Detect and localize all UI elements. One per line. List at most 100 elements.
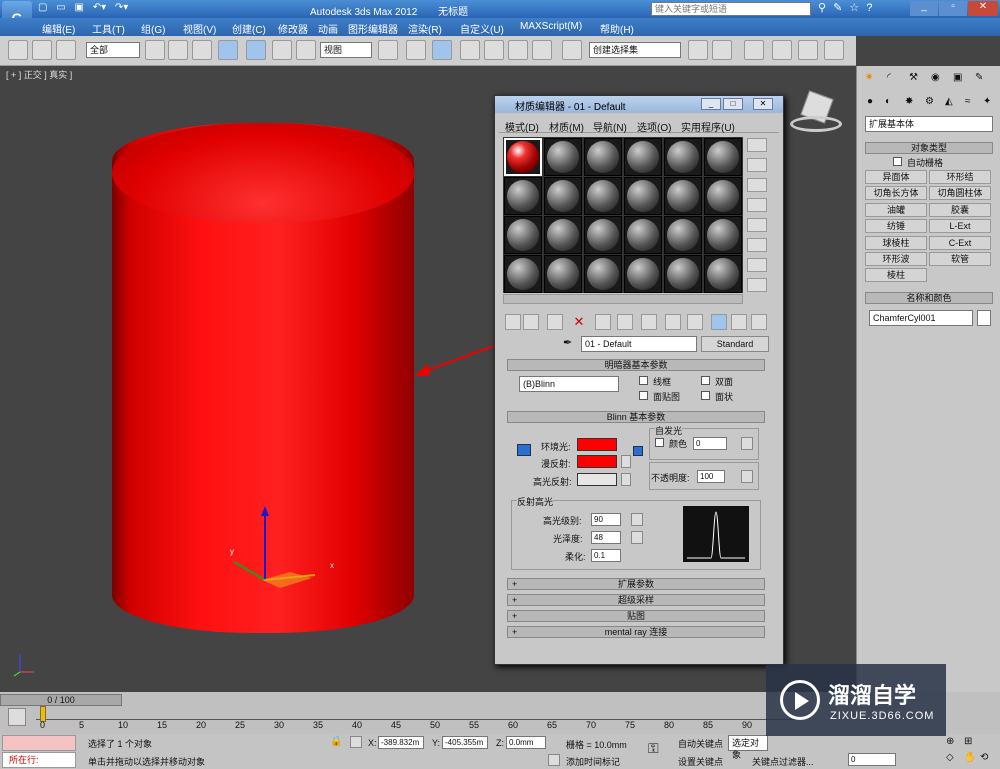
z-coord-field[interactable]: 0.0mm xyxy=(506,736,546,749)
menu-rendering[interactable]: 渲染(R) xyxy=(408,21,442,36)
track-bar[interactable] xyxy=(36,708,796,720)
lock-map-icon[interactable] xyxy=(633,446,643,456)
named-selection-dropdown[interactable]: 创建选择集 xyxy=(589,42,681,58)
menu-graph-editors[interactable]: 图形编辑器 xyxy=(348,21,398,36)
extended-params-rollout[interactable]: + 扩展参数 xyxy=(507,578,765,590)
spec-level-spinner[interactable]: 90 xyxy=(591,513,621,526)
zoom-all-icon[interactable]: ⊞ xyxy=(964,736,972,747)
get-material-icon[interactable] xyxy=(505,314,521,330)
show-end-result-icon[interactable] xyxy=(687,314,703,330)
lock-selection-icon[interactable]: 🔒 xyxy=(330,736,342,748)
material-slot[interactable] xyxy=(504,216,542,254)
help-icon[interactable]: ? xyxy=(866,2,872,14)
mat-menu-options[interactable]: 选项(O) xyxy=(637,119,671,134)
viewcube[interactable] xyxy=(790,90,842,138)
reset-map-icon[interactable]: ✕ xyxy=(571,314,587,330)
select-object-icon[interactable] xyxy=(145,40,165,60)
mat-maximize-button[interactable]: □ xyxy=(723,98,743,110)
modify-tab-icon[interactable]: ◜ xyxy=(887,72,891,83)
hedra-button[interactable]: 异面体 xyxy=(865,170,927,184)
menu-group[interactable]: 组(G) xyxy=(141,21,165,36)
mirror-icon[interactable] xyxy=(688,40,708,60)
schematic-view-icon[interactable] xyxy=(824,40,844,60)
chamfer-box-button[interactable]: 切角长方体 xyxy=(865,186,927,200)
material-slot[interactable] xyxy=(584,177,622,215)
self-illum-map-button[interactable] xyxy=(741,437,753,450)
name-color-rollout[interactable]: 名称和颜色 xyxy=(865,292,993,304)
menu-tools[interactable]: 工具(T) xyxy=(92,21,125,36)
sample-type-icon[interactable] xyxy=(747,138,767,152)
angle-snap-icon[interactable] xyxy=(484,40,504,60)
menu-customize[interactable]: 自定义(U) xyxy=(460,21,504,36)
mat-minimize-button[interactable]: _ xyxy=(701,98,721,110)
star-icon[interactable]: ☆ xyxy=(849,2,859,14)
percent-snap-icon[interactable] xyxy=(508,40,528,60)
make-unique-icon[interactable] xyxy=(595,314,611,330)
menu-modifiers[interactable]: 修改器 xyxy=(278,21,308,36)
spec-level-map-button[interactable] xyxy=(631,513,643,526)
save-icon[interactable]: ▣ xyxy=(74,2,83,13)
spacewarps-icon[interactable]: ≈ xyxy=(965,96,971,107)
viewport-label[interactable]: [ + ] 正交 ] 真实 ] xyxy=(6,68,72,81)
hierarchy-tab-icon[interactable]: ⚒ xyxy=(909,72,918,83)
keyboard-shortcut-icon[interactable] xyxy=(432,40,452,60)
mat-menu-material[interactable]: 材质(M) xyxy=(549,119,584,134)
gengon-button[interactable]: 球棱柱 xyxy=(865,236,927,250)
wire-checkbox[interactable] xyxy=(639,376,648,385)
key-icon[interactable]: ⚿ xyxy=(648,740,659,757)
capsule-button[interactable]: 胶囊 xyxy=(929,203,991,217)
opacity-map-button[interactable] xyxy=(741,470,753,483)
scale-icon[interactable] xyxy=(296,40,316,60)
y-coord-field[interactable]: -405.355m xyxy=(442,736,488,749)
background-icon[interactable] xyxy=(747,178,767,192)
tools-icon[interactable]: ✎ xyxy=(833,2,842,14)
shapes-icon[interactable]: ◐ xyxy=(885,96,891,107)
material-slot[interactable] xyxy=(584,138,622,176)
object-type-rollout[interactable]: 对象类型 xyxy=(865,142,993,154)
maxscript-listener[interactable] xyxy=(2,735,76,751)
window-crossing-icon[interactable] xyxy=(218,40,238,60)
material-slot[interactable] xyxy=(704,255,742,293)
soften-spinner[interactable]: 0.1 xyxy=(591,549,621,562)
go-to-parent-icon[interactable] xyxy=(711,314,727,330)
object-name-field[interactable]: ChamferCyl001 xyxy=(869,310,973,326)
specular-color-swatch[interactable] xyxy=(577,473,617,486)
layer-manager-icon[interactable] xyxy=(744,40,764,60)
assign-to-selection-icon[interactable] xyxy=(547,314,563,330)
select-by-material-icon[interactable] xyxy=(747,278,767,292)
move-icon[interactable] xyxy=(246,40,266,60)
material-slot[interactable] xyxy=(544,255,582,293)
maximize-button[interactable]: ▫ xyxy=(939,1,967,16)
c-ext-button[interactable]: C-Ext xyxy=(929,236,991,250)
zoom-icon[interactable]: ⊕ xyxy=(946,736,954,747)
autogrid-checkbox[interactable] xyxy=(893,157,902,166)
binoculars-icon[interactable]: ⚲ xyxy=(818,2,826,14)
frame-field[interactable]: 0 xyxy=(848,753,896,766)
x-coord-field[interactable]: -389.832m xyxy=(378,736,424,749)
shader-dropdown[interactable]: (B)Blinn xyxy=(519,376,619,392)
edit-named-sel-icon[interactable] xyxy=(562,40,582,60)
l-ext-button[interactable]: L-Ext xyxy=(929,219,991,233)
material-slot[interactable] xyxy=(704,138,742,176)
menu-help[interactable]: 帮助(H) xyxy=(600,21,634,36)
material-name-field[interactable]: 01 - Default xyxy=(581,336,697,352)
diffuse-map-button[interactable] xyxy=(621,455,631,468)
self-illum-spinner[interactable]: 0 xyxy=(693,437,727,450)
ref-coord-dropdown[interactable]: 视图 xyxy=(320,42,372,58)
ringwave-button[interactable]: 环形波 xyxy=(865,252,927,266)
prism-button[interactable]: 棱柱 xyxy=(865,268,927,282)
menu-create[interactable]: 创建(C) xyxy=(232,21,266,36)
category-dropdown[interactable]: 扩展基本体 xyxy=(865,116,993,132)
pan-icon[interactable]: ✋ xyxy=(964,752,976,763)
mat-menu-navigation[interactable]: 导航(N) xyxy=(593,119,627,134)
faceted-checkbox[interactable] xyxy=(701,391,710,400)
material-slot[interactable] xyxy=(624,138,662,176)
material-slot[interactable] xyxy=(504,138,542,176)
material-slot[interactable] xyxy=(664,216,702,254)
setkey-button[interactable]: 设置关键点 xyxy=(678,755,723,768)
slots-scrollbar[interactable] xyxy=(503,294,743,304)
key-filters-button[interactable]: 关键点过滤器... xyxy=(752,755,814,768)
add-time-tag[interactable]: 添加时间标记 xyxy=(566,755,620,768)
put-to-scene-icon[interactable] xyxy=(523,314,539,330)
spindle-button[interactable]: 纺锤 xyxy=(865,219,927,233)
